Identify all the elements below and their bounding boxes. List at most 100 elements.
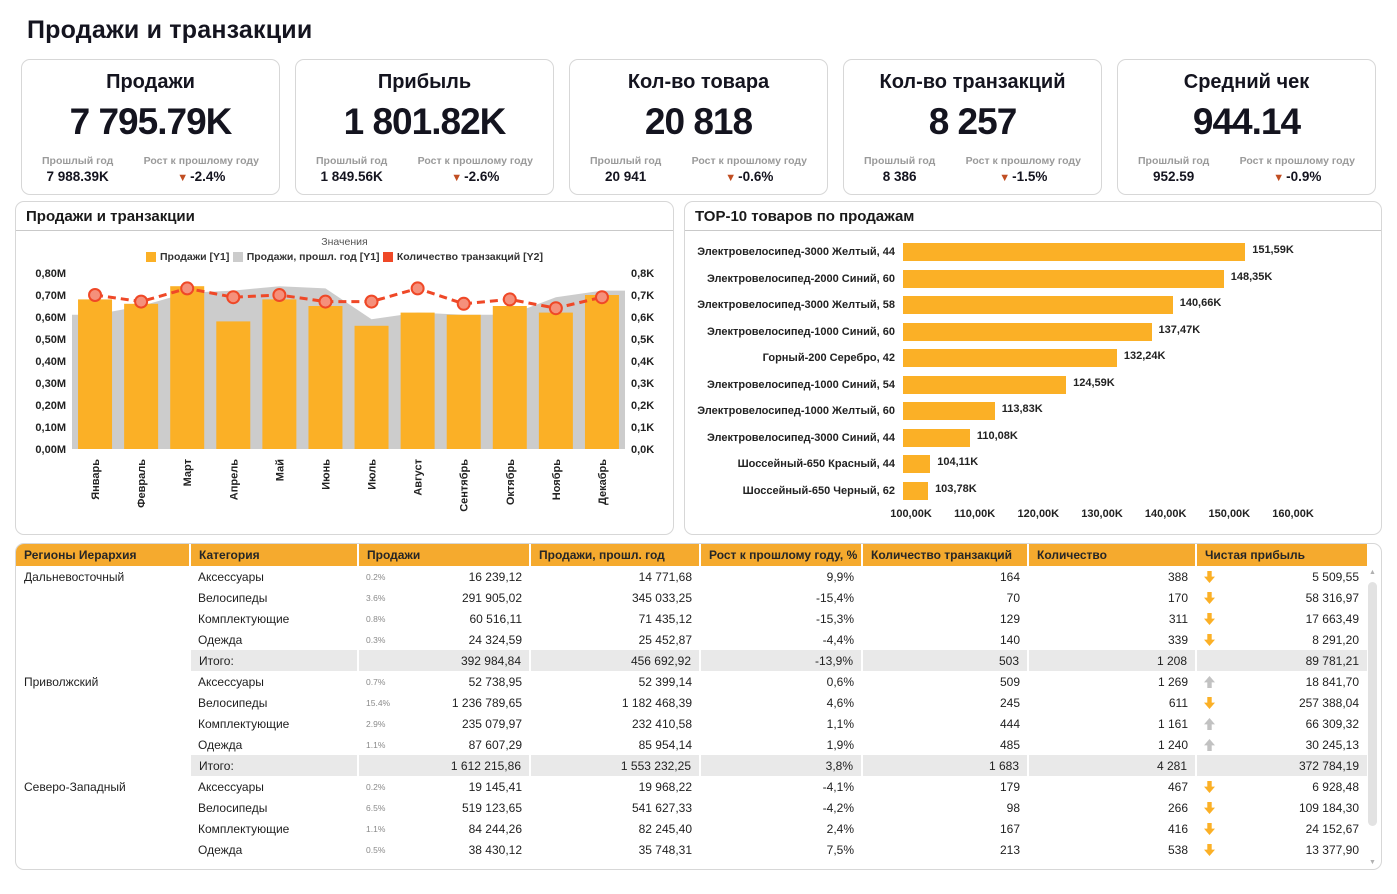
transactions-marker[interactable]: [89, 289, 101, 301]
scroll-down-icon[interactable]: ▼: [1367, 859, 1378, 866]
transactions-marker[interactable]: [319, 296, 331, 308]
x-axis-tick: 160,00K: [1272, 508, 1314, 520]
kpi-growth-value: ▼-1.5%: [966, 169, 1081, 184]
arrow-down-icon: [1204, 592, 1215, 604]
y1-tick: 0,80M: [35, 268, 66, 280]
x-axis-tick: 140,00K: [1145, 508, 1187, 520]
table-row[interactable]: Северо-Западный Аксессуары 0.2%19 145,41…: [16, 776, 1367, 797]
scrollbar-thumb[interactable]: [1368, 582, 1377, 826]
sales-bar[interactable]: [585, 295, 619, 449]
table-row[interactable]: Приволжский Аксессуары 0.7%52 738,95 52 …: [16, 671, 1367, 692]
top10-bar[interactable]: [903, 455, 930, 473]
column-header[interactable]: Регионы Иерархия: [16, 544, 190, 566]
regions-table: Регионы ИерархияКатегорияПродажиПродажи,…: [16, 544, 1367, 860]
table-row[interactable]: Велосипеды 6.5%519 123,65 541 627,33 -4,…: [16, 797, 1367, 818]
column-header[interactable]: Продажи, прошл. год: [530, 544, 700, 566]
top10-bar[interactable]: [903, 323, 1152, 341]
scroll-up-icon[interactable]: ▲: [1367, 569, 1378, 576]
sales-pct-label: 0.5%: [366, 845, 385, 855]
top10-chart[interactable]: Электровелосипед-3000 Желтый, 44 151,59K…: [685, 231, 1381, 526]
legend-item[interactable]: Продажи [Y1]: [146, 251, 229, 263]
kpi-card-0: Продажи 7 795.79K Прошлый год 7 988.39K …: [21, 59, 280, 195]
kpi-growth: Рост к прошлому году ▼-0.6%: [692, 155, 807, 184]
column-header[interactable]: Рост к прошлому году, %: [700, 544, 862, 566]
transactions-marker[interactable]: [596, 291, 608, 303]
top10-bar[interactable]: [903, 349, 1117, 367]
transactions-marker[interactable]: [273, 289, 285, 301]
growth-cell: -4,4%: [700, 629, 862, 650]
quantity-cell: 311: [1028, 608, 1196, 629]
x-tick-month: Июль: [367, 459, 379, 490]
top10-bar[interactable]: [903, 402, 995, 420]
column-header[interactable]: Количество транзакций: [862, 544, 1028, 566]
y1-tick: 0,60M: [35, 312, 66, 324]
region-cell: [16, 818, 190, 839]
sales-prev-cell: 52 399,14: [530, 671, 700, 692]
transactions-marker[interactable]: [366, 296, 378, 308]
legend-item[interactable]: Продажи, прошл. год [Y1]: [233, 251, 380, 263]
table-row[interactable]: Велосипеды 15.4%1 236 789,65 1 182 468,3…: [16, 692, 1367, 713]
table-row[interactable]: Велосипеды 3.6%291 905,02 345 033,25 -15…: [16, 587, 1367, 608]
sales-bar[interactable]: [447, 315, 481, 449]
combo-chart[interactable]: 0,80M0,8K0,70M0,7K0,60M0,6K0,50M0,5K0,40…: [16, 263, 673, 530]
top10-value-label: 148,35K: [1231, 271, 1273, 283]
total-label: Итого:: [190, 755, 358, 776]
column-header[interactable]: Количество: [1028, 544, 1196, 566]
quantity-cell: 467: [1028, 776, 1196, 797]
sales-bar[interactable]: [216, 321, 250, 449]
transactions-marker[interactable]: [550, 302, 562, 314]
table-row[interactable]: Одежда 1.1%87 607,29 85 954,14 1,9% 485 …: [16, 734, 1367, 755]
column-header[interactable]: Категория: [190, 544, 358, 566]
top10-bar[interactable]: [903, 270, 1224, 288]
arrow-up-icon: [1204, 718, 1215, 730]
sales-prev-cell: 19 968,22: [530, 776, 700, 797]
legend-items: Продажи [Y1] Продажи, прошл. год [Y1] Ко…: [16, 248, 673, 263]
legend-title: Значения: [16, 236, 673, 248]
transactions-marker[interactable]: [458, 298, 470, 310]
y2-tick: 0,0K: [631, 444, 654, 456]
sales-bar[interactable]: [78, 299, 112, 449]
sales-bar[interactable]: [170, 286, 204, 449]
table-row[interactable]: Комплектующие 0.8%60 516,11 71 435,12 -1…: [16, 608, 1367, 629]
sales-bar[interactable]: [308, 306, 342, 449]
total-profit: 89 781,21: [1196, 650, 1367, 671]
table-row[interactable]: Одежда 0.3%24 324,59 25 452,87 -4,4% 140…: [16, 629, 1367, 650]
sales-bar[interactable]: [262, 299, 296, 449]
table-row[interactable]: Дальневосточный Аксессуары 0.2%16 239,12…: [16, 566, 1367, 587]
column-header[interactable]: Продажи: [358, 544, 530, 566]
table-scrollbar[interactable]: ▲ ▼: [1367, 569, 1378, 866]
table-row[interactable]: Одежда 0.5%38 430,12 35 748,31 7,5% 213 …: [16, 839, 1367, 860]
arrow-down-icon: [1204, 781, 1215, 793]
sales-bar[interactable]: [539, 313, 573, 449]
top10-bar[interactable]: [903, 376, 1066, 394]
sales-bar[interactable]: [401, 313, 435, 449]
x-axis-tick: 120,00K: [1018, 508, 1060, 520]
kpi-growth-label: Рост к прошлому году: [692, 155, 807, 167]
arrow-up-icon: [1204, 676, 1215, 688]
sales-bar[interactable]: [355, 326, 389, 449]
transactions-marker[interactable]: [135, 296, 147, 308]
transactions-marker[interactable]: [504, 293, 516, 305]
growth-cell: -4,1%: [700, 776, 862, 797]
quantity-cell: 611: [1028, 692, 1196, 713]
sales-bar[interactable]: [124, 304, 158, 449]
legend-item[interactable]: Количество транзакций [Y2]: [383, 251, 543, 263]
transactions-marker[interactable]: [412, 282, 424, 294]
top10-bar[interactable]: [903, 482, 928, 500]
top10-bar[interactable]: [903, 296, 1173, 314]
kpi-prev-value: 1 849.56K: [316, 169, 387, 184]
region-cell: [16, 587, 190, 608]
sales-cell: 0.2%19 145,41: [358, 776, 530, 797]
quantity-cell: 538: [1028, 839, 1196, 860]
kpi-growth: Рост к прошлому году ▼-1.5%: [966, 155, 1081, 184]
top10-bar[interactable]: [903, 429, 970, 447]
x-tick-month: Июнь: [320, 459, 332, 490]
top10-bar[interactable]: [903, 243, 1245, 261]
sales-bar[interactable]: [493, 306, 527, 449]
table-row[interactable]: Комплектующие 2.9%235 079,97 232 410,58 …: [16, 713, 1367, 734]
column-header[interactable]: Чистая прибыль: [1196, 544, 1367, 566]
table-row[interactable]: Комплектующие 1.1%84 244,26 82 245,40 2,…: [16, 818, 1367, 839]
transactions-marker[interactable]: [227, 291, 239, 303]
category-cell: Комплектующие: [190, 713, 358, 734]
transactions-marker[interactable]: [181, 282, 193, 294]
